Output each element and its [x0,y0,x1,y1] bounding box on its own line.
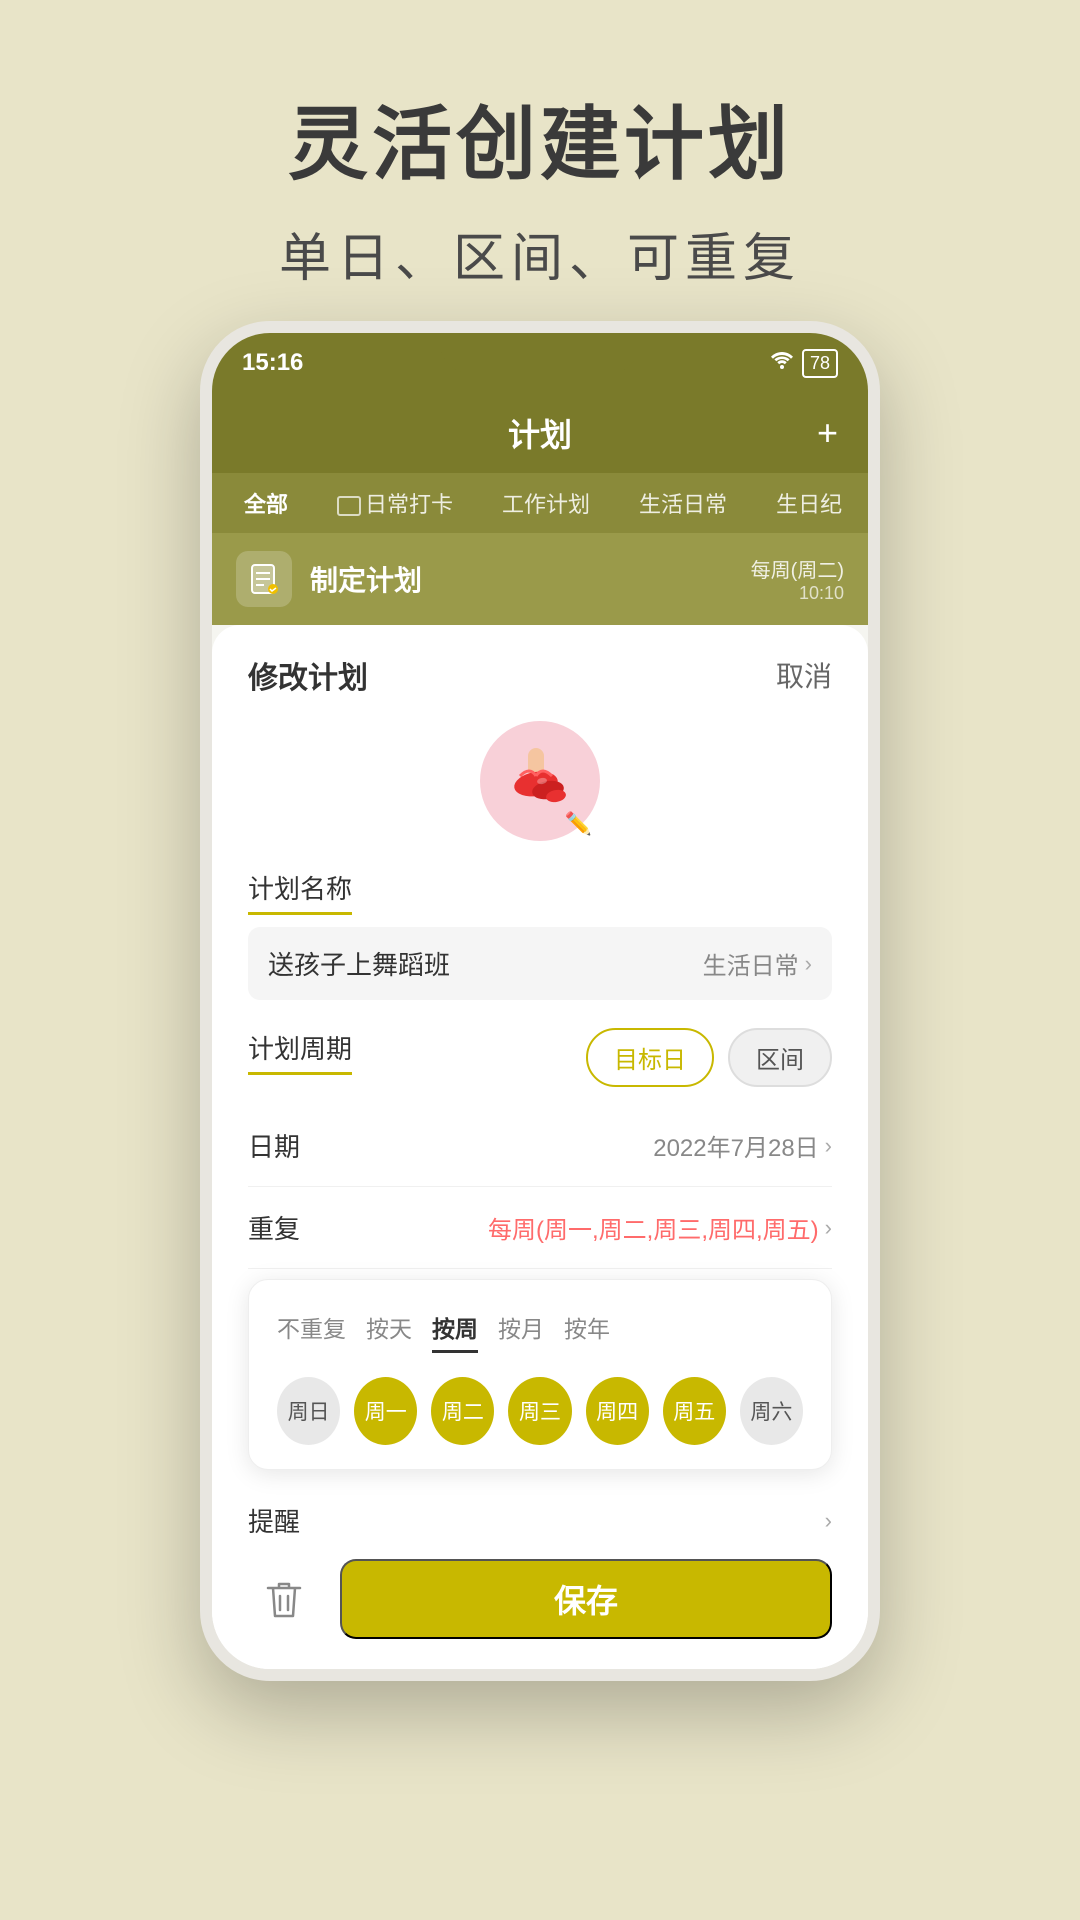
phone-mockup: 15:16 78 计划 + 全部 日常打卡 [200,321,880,1681]
notch [440,333,640,373]
repeat-tab-week[interactable]: 按周 [432,1304,478,1353]
tab-birthday[interactable]: 生日纪 [764,481,854,525]
reminder-label-1: 提醒 [248,1502,300,1539]
save-button[interactable]: 保存 [340,1559,832,1639]
tab-bar: 全部 日常打卡 工作计划 生活日常 生日纪 [212,473,868,533]
list-item-icon [236,551,292,607]
checkin-icon [337,496,361,516]
weekday-mon[interactable]: 周一 [354,1377,417,1445]
date-value: 2022年7月28日 › [653,1128,832,1163]
period-label: 计划周期 [248,1029,352,1075]
avatar[interactable]: ✏️ [480,721,600,841]
period-header-row: 计划周期 目标日 区间 [248,1028,832,1087]
repeat-picker: 不重复 按天 按周 按月 按年 周日 周一 周二 周三 [248,1279,832,1470]
plan-name-section: 计划名称 送孩子上舞蹈班 生活日常 › [248,869,832,1000]
repeat-tab-day[interactable]: 按天 [366,1304,412,1353]
repeat-type-tabs: 不重复 按天 按周 按月 按年 [277,1304,803,1353]
status-icons: 78 [770,349,838,378]
tab-life[interactable]: 生活日常 [627,481,739,525]
period-target-day-button[interactable]: 目标日 [586,1028,714,1087]
chevron-right-icon: › [825,1133,832,1159]
add-plan-button[interactable]: + [817,412,838,454]
list-item-title: 制定计划 [310,559,733,599]
repeat-row[interactable]: 重复 每周(周一,周二,周三,周四,周五) › [248,1187,832,1269]
modal-sheet: 修改计划 取消 [212,625,868,1681]
weekday-fri[interactable]: 周五 [663,1377,726,1445]
weekday-selector: 周日 周一 周二 周三 周四 周五 周六 [277,1377,803,1445]
modal-title: 修改计划 [248,653,368,697]
repeat-value: 每周(周一,周二,周三,周四,周五) › [488,1210,832,1245]
cancel-button[interactable]: 取消 [776,655,832,695]
reminder-value-1: › [825,1508,832,1534]
bottom-actions: 保存 [212,1539,868,1669]
ringtone-value: klik › [784,1671,832,1682]
weekday-sat[interactable]: 周六 [740,1377,803,1445]
tab-daily[interactable]: 日常打卡 [325,481,465,525]
plan-name-field[interactable]: 送孩子上舞蹈班 生活日常 › [248,927,832,1000]
wifi-icon [770,351,794,375]
delete-button[interactable] [248,1563,320,1635]
page-title: 灵活创建计划 [279,80,801,196]
chevron-right-icon: › [825,1215,832,1241]
period-buttons: 目标日 区间 [586,1028,832,1087]
weekday-thu[interactable]: 周四 [586,1377,649,1445]
avatar-edit-icon[interactable]: ✏️ [565,811,592,837]
page-subtitle: 单日、区间、可重复 [279,216,801,291]
plan-period-section: 计划周期 目标日 区间 [248,1028,832,1087]
plan-name-input[interactable]: 送孩子上舞蹈班 [268,945,703,982]
date-row[interactable]: 日期 2022年7月28日 › [248,1105,832,1187]
category-selector[interactable]: 生活日常 › [703,946,812,981]
repeat-tab-year[interactable]: 按年 [564,1304,610,1353]
app-header-title: 计划 [508,410,572,456]
tab-all[interactable]: 全部 [232,481,300,525]
period-range-button[interactable]: 区间 [728,1028,832,1087]
status-time: 15:16 [242,349,303,377]
page-header: 灵活创建计划 单日、区间、可重复 [279,0,801,291]
avatar-container: ✏️ [248,721,832,841]
chevron-right-icon: › [825,1508,832,1534]
list-item[interactable]: 制定计划 每周(周二) 10:10 [212,533,868,625]
repeat-tab-month[interactable]: 按月 [498,1304,544,1353]
chevron-right-icon: › [825,1672,832,1682]
weekday-wed[interactable]: 周三 [508,1377,571,1445]
chevron-right-icon: › [805,951,812,977]
repeat-label: 重复 [248,1209,300,1246]
plan-name-label: 计划名称 [248,869,352,915]
tab-work[interactable]: 工作计划 [490,481,602,525]
repeat-tab-none[interactable]: 不重复 [277,1304,346,1353]
weekday-sun[interactable]: 周日 [277,1377,340,1445]
weekday-tue[interactable]: 周二 [431,1377,494,1445]
list-item-date: 每周(周二) 10:10 [751,554,844,604]
app-header: 计划 + [212,393,868,473]
battery-icon: 78 [802,349,838,378]
modal-header: 修改计划 取消 [248,653,832,697]
date-label: 日期 [248,1127,300,1164]
